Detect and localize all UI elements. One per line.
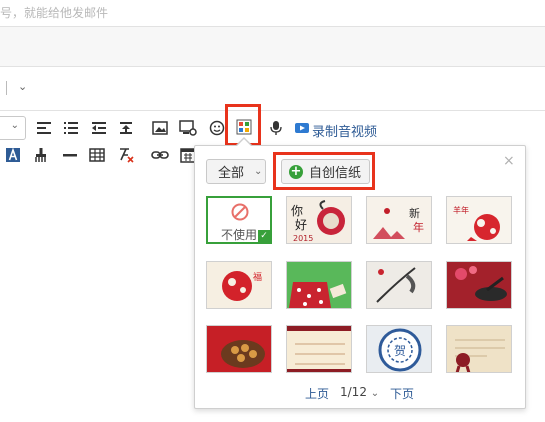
stationery-thumb-parchment-seal[interactable] [446, 325, 512, 373]
font-size-select[interactable]: ⌄ [0, 116, 26, 140]
category-filter-dropdown[interactable]: 全部 ⌄ [206, 159, 266, 184]
stationery-thumb-lined-paper[interactable] [286, 325, 352, 373]
stationery-thumb-none[interactable]: 不使用 ✓ [206, 196, 272, 244]
link-icon[interactable] [150, 145, 170, 165]
svg-text:贺: 贺 [394, 344, 406, 358]
emoji-icon[interactable] [207, 118, 227, 138]
create-stationery-label: 自创信纸 [309, 166, 362, 181]
next-page-link[interactable]: 下页 [390, 385, 414, 402]
svg-text:羊年: 羊年 [453, 205, 469, 215]
divider [0, 110, 545, 111]
divider [0, 66, 545, 67]
chevron-down-icon: ⌄ [254, 166, 263, 177]
stationery-thumb-plum-blossom[interactable] [446, 261, 512, 309]
indent-icon[interactable] [116, 118, 136, 138]
microphone-icon[interactable] [266, 118, 286, 138]
format-painter-icon[interactable] [31, 145, 51, 165]
stationery-thumb-paper-cut-lion[interactable]: 福 [206, 261, 272, 309]
prev-page-link[interactable]: 上页 [305, 385, 329, 402]
chevron-down-icon[interactable]: ⌄ [18, 80, 27, 93]
svg-text:福: 福 [253, 271, 262, 283]
bullet-list-icon[interactable] [61, 118, 81, 138]
stationery-thumb-ni-hao-2015[interactable]: 你 好 2015 [286, 196, 352, 244]
outdent-icon[interactable] [89, 118, 109, 138]
record-av-link[interactable]: 录制音视频 [312, 121, 377, 140]
prohibited-icon [231, 203, 249, 221]
font-color-icon[interactable] [3, 145, 23, 165]
page-number-label: 1/12 [340, 385, 367, 399]
svg-text:2015: 2015 [293, 234, 313, 243]
category-filter-label: 全部 [218, 166, 245, 181]
stationery-popup: 全部 ⌄ + 自创信纸 × 不使用 ✓ 你 好 2015 新 年 羊年 福 贺 … [194, 145, 526, 409]
video-icon[interactable] [292, 118, 312, 138]
svg-text:你: 你 [291, 204, 303, 218]
separator [6, 81, 7, 95]
stationery-thumb-spring-calligraphy[interactable]: 新 年 [366, 196, 432, 244]
stationery-thumb-paper-cut-goat[interactable]: 羊年 [446, 196, 512, 244]
align-left-icon[interactable] [34, 118, 54, 138]
clear-format-icon[interactable] [116, 145, 136, 165]
subject-area[interactable] [0, 27, 545, 67]
table-icon[interactable] [87, 145, 107, 165]
svg-text:新: 新 [409, 206, 420, 220]
page-number-dropdown[interactable]: 1/12 ⌄ [340, 385, 379, 399]
svg-text:年: 年 [413, 220, 424, 234]
stationery-thumb-food-basket[interactable] [206, 325, 272, 373]
horizontal-rule-icon[interactable] [60, 145, 80, 165]
chevron-down-icon: ⌄ [10, 120, 19, 131]
image-icon[interactable] [150, 118, 170, 138]
recipient-hint-text: 号，就能给他发邮件 [0, 6, 109, 20]
plus-circle-icon: + [289, 163, 303, 179]
stationery-thumb-porcelain-plate[interactable]: 贺 [366, 325, 432, 373]
create-stationery-button[interactable]: + 自创信纸 [281, 159, 370, 184]
checkmark-icon: ✓ [258, 230, 270, 242]
svg-text:好: 好 [295, 218, 307, 232]
stationery-thumb-ink-painting[interactable] [366, 261, 432, 309]
chevron-down-icon: ⌄ [370, 388, 380, 399]
screenshot-icon[interactable] [178, 118, 198, 138]
stationery-thumb-gift-bag[interactable] [286, 261, 352, 309]
close-icon[interactable]: × [503, 153, 515, 169]
popup-caret-fill [237, 139, 251, 146]
